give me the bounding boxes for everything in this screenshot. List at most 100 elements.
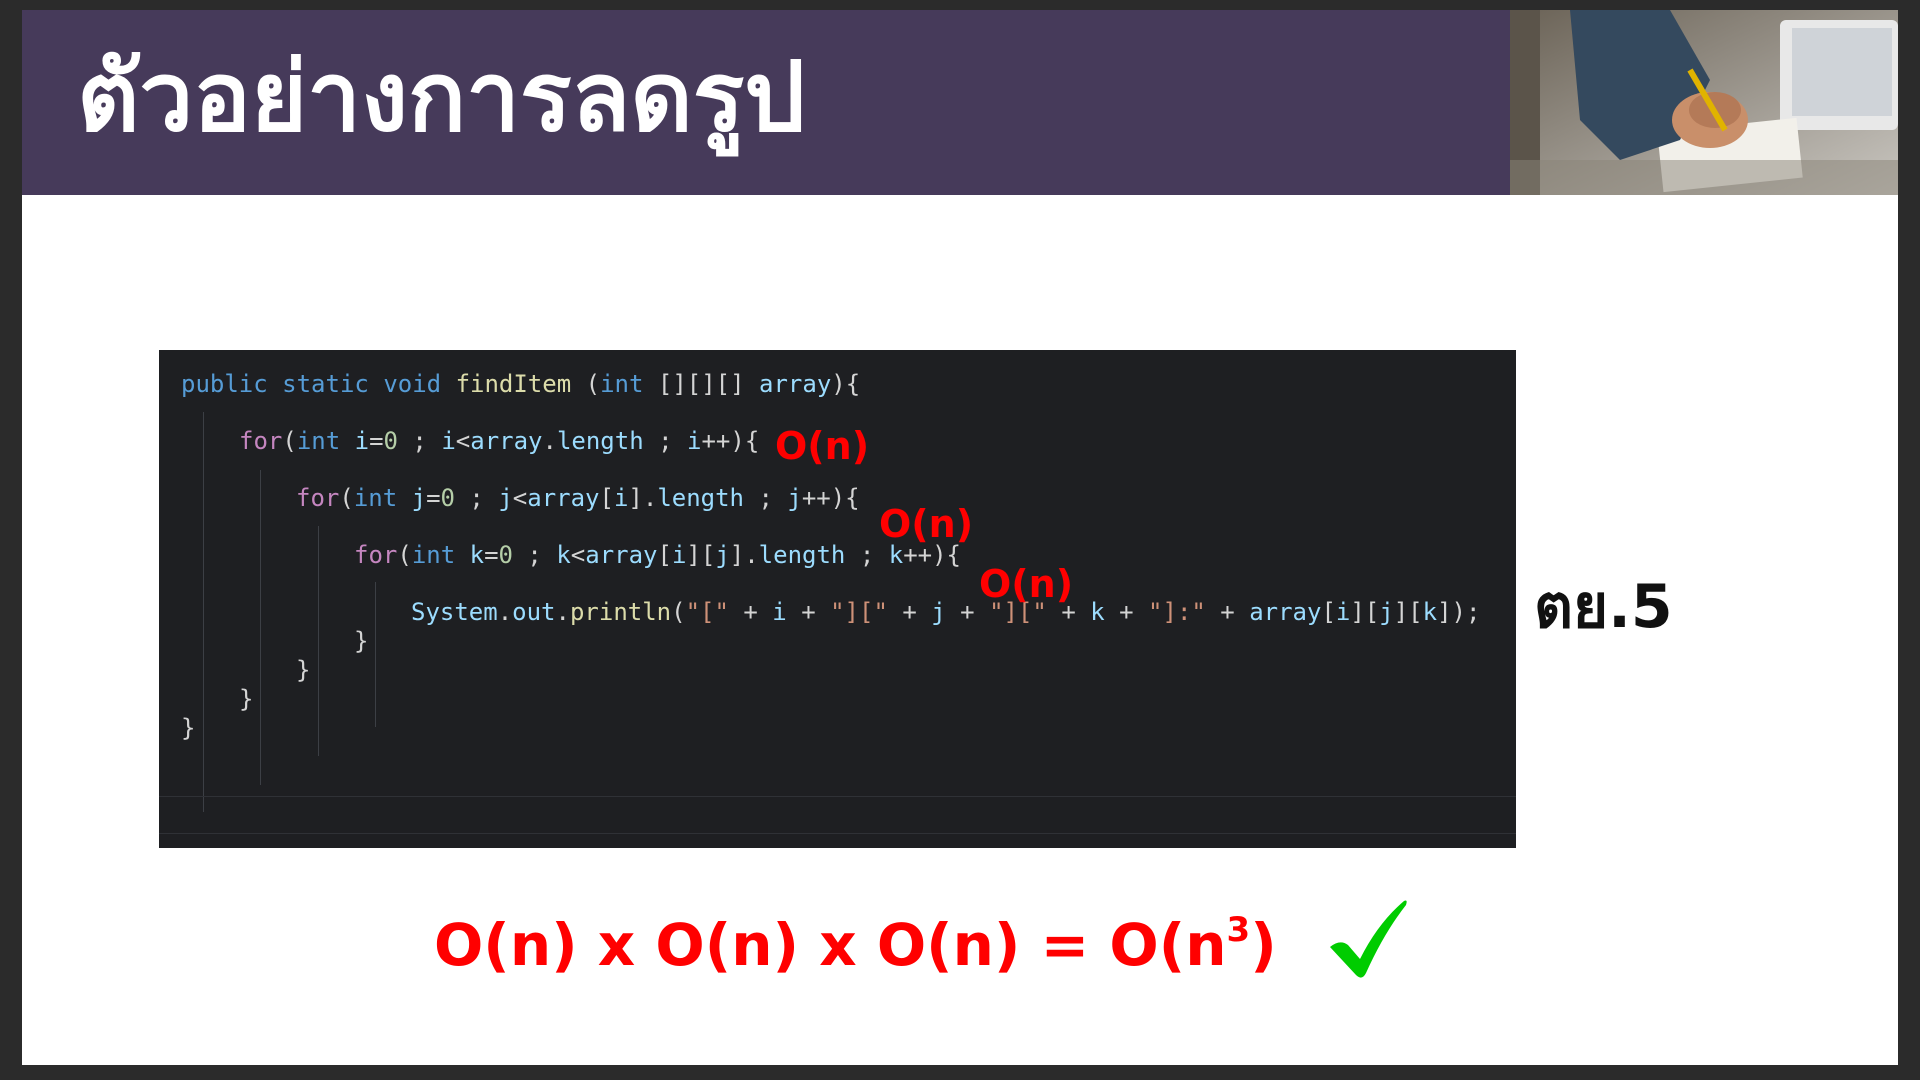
code-token: ]); [1437,598,1481,626]
code-token: ){ [831,370,861,398]
code-token: . [542,427,557,455]
code-token: + [1104,598,1149,626]
code-token: findItem [455,370,572,398]
code-token: array [1249,598,1322,626]
code-token: 0 [383,427,398,455]
code-token: < [512,484,528,512]
code-token: ++){ [801,484,860,512]
loop-j-complexity: O(n) [879,502,974,546]
code-token: length [556,427,644,455]
code-token: array [527,484,600,512]
code-token: [][][] [643,370,760,398]
code-token: i [354,427,370,455]
code-token: k [469,541,485,569]
person-writing-photo [1510,10,1898,195]
indent-guide [318,526,319,756]
code-token: } [181,714,196,742]
slide-title: ตัวอย่างการลดรูป [77,41,806,153]
code-token: = [369,427,384,455]
code-token: + [786,598,831,626]
code-token: void [383,370,442,398]
code-token: j [498,484,513,512]
code-token: k [556,541,571,569]
code-token: ( [571,370,601,398]
code-token: j [787,484,802,512]
code-line: for(int j=0 ; j<array[i].length ; j++){ [296,480,860,516]
code-token: i [687,427,702,455]
current-line-highlight [159,796,1516,834]
code-token: int [296,427,341,455]
code-token: ; [643,427,688,455]
code-token: ][ [1350,598,1380,626]
code-token: ][ [686,541,716,569]
code-token: < [570,541,586,569]
code-token: out [512,598,556,626]
code-token: } [239,685,254,713]
code-token: . [555,598,570,626]
code-token: 0 [440,484,455,512]
code-token: ( [339,484,354,512]
code-token: ]. [729,541,759,569]
code-token: for [296,484,340,512]
loop-k-complexity: O(n) [979,562,1074,606]
slide: ตัวอย่างการลดรูป public static void find… [22,10,1898,1065]
indent-guide [260,470,261,785]
code-token: ++){ [701,427,760,455]
code-token: ( [671,598,686,626]
code-line: } [354,623,368,659]
code-token: i [772,598,787,626]
code-token: = [484,541,499,569]
code-token: + [887,598,932,626]
code-token: [ [1321,598,1336,626]
indent-guide [375,582,376,727]
code-token: length [657,484,745,512]
code-token: j [1379,598,1394,626]
code-token: j [715,541,730,569]
code-token: int [600,370,644,398]
code-token: public [181,370,268,398]
code-token: ; [512,541,557,569]
formula-exponent: 3 [1226,910,1251,950]
code-token: "][" [830,598,888,626]
code-token: ]. [628,484,658,512]
code-token: ; [454,484,499,512]
code-token: ][ [1393,598,1423,626]
code-token: + [1205,598,1250,626]
code-token: array [470,427,543,455]
code-token: . [497,598,513,626]
code-token: for [239,427,283,455]
code-token: for [354,541,398,569]
code-line: for(int i=0 ; i<array.length ; i++){ [239,423,759,459]
code-line: } [239,681,253,717]
formula-lhs: O(n) x O(n) x O(n) [434,911,1021,979]
formula-rhs-pre: O(n [1109,911,1227,979]
code-token: println [569,598,672,626]
green-check-icon [1330,900,1407,978]
code-token: i [1335,598,1351,626]
code-token: } [296,656,311,684]
code-line: for(int k=0 ; k<array[i][j].length ; k++… [354,537,961,573]
code-token: "]:" [1148,598,1206,626]
code-token: "[" [685,598,729,626]
code-token: [ [657,541,672,569]
code-token: i [441,427,456,455]
code-line: } [296,652,310,688]
code-token: int [411,541,456,569]
code-token: k [1090,598,1105,626]
code-token: length [758,541,846,569]
code-token: } [354,627,369,655]
indent-guide [203,412,204,812]
code-token: ( [397,541,412,569]
code-token: = [426,484,441,512]
code-token: static [282,370,369,398]
code-token: System [411,598,498,626]
code-token: < [455,427,471,455]
complexity-formula: O(n) x O(n) x O(n) = O(n3) [434,900,1277,990]
code-token: 0 [498,541,513,569]
